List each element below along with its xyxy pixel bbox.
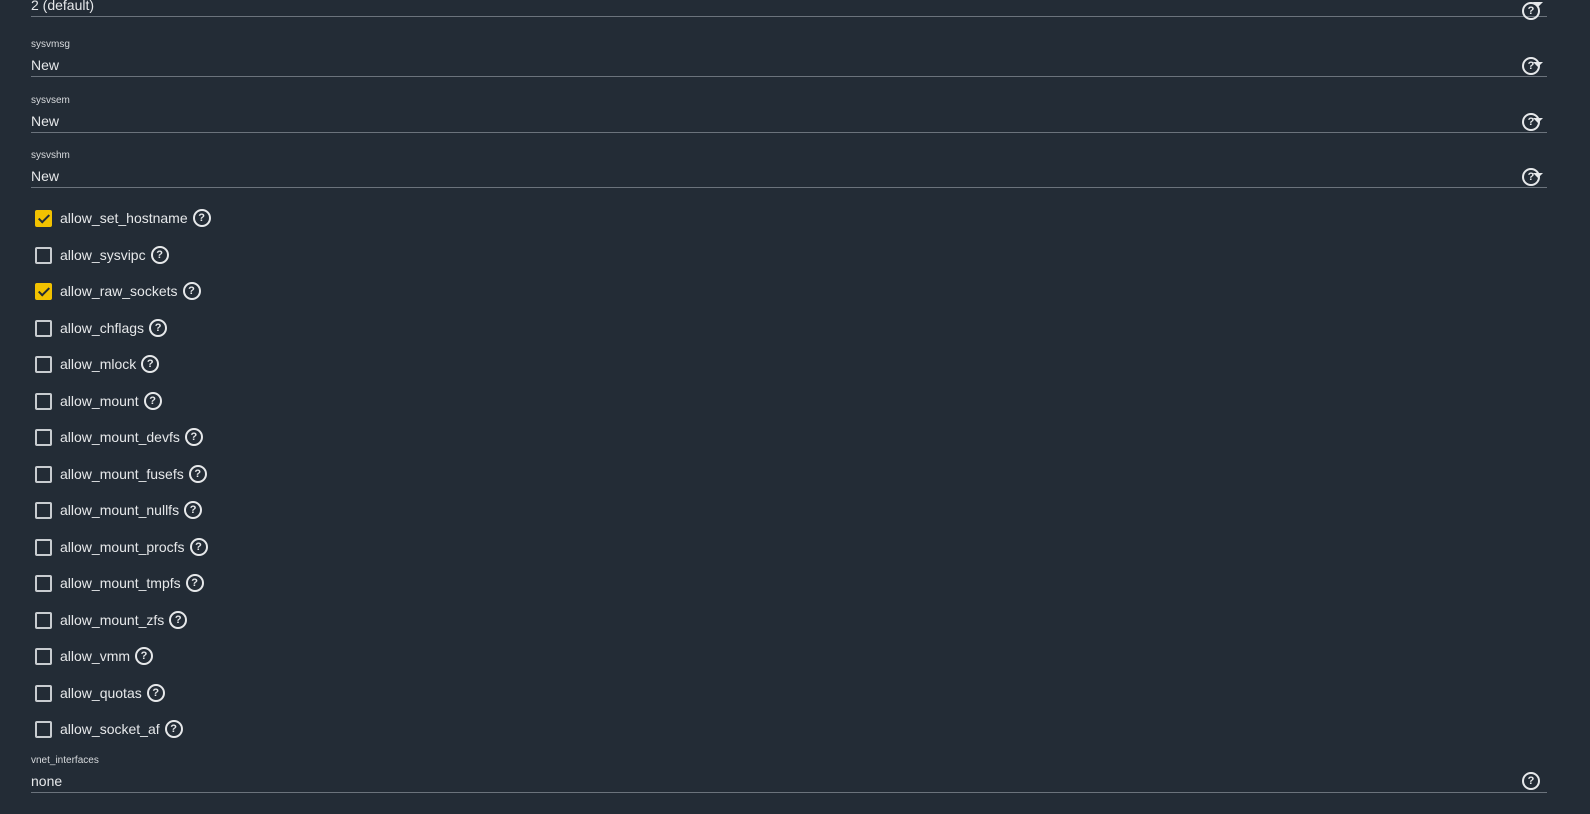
checkbox-label: allow_quotas (60, 685, 142, 701)
question-circle-icon[interactable]: ? (192, 209, 211, 227)
checkbox-label: allow_mount_tmpfs (60, 575, 181, 591)
question-circle-icon[interactable]: ? (143, 392, 162, 410)
checkbox-label: allow_mount_nullfs (60, 502, 180, 518)
checkbox-box[interactable] (35, 355, 52, 373)
question-circle-icon[interactable]: ? (1522, 57, 1540, 75)
question-circle-icon[interactable]: ? (189, 538, 208, 556)
checkbox-allow-mount-procfs[interactable]: allow_mount_procfs ? (35, 537, 208, 557)
checkbox-label: allow_mount_devfs (60, 429, 180, 445)
checkbox-label: allow_mount_fusefs (60, 466, 184, 482)
checkbox-box[interactable] (35, 538, 52, 556)
question-circle-icon[interactable]: ? (182, 282, 201, 300)
checkbox-box[interactable] (35, 611, 52, 629)
question-circle-icon[interactable]: ? (188, 465, 207, 483)
checkbox-allow-mount-devfs[interactable]: allow_mount_devfs ? (35, 427, 203, 447)
checkbox-label: allow_sysvipc (60, 247, 146, 263)
sysvshm-select[interactable]: New (31, 165, 1547, 188)
sysvsem-label: sysvsem (31, 95, 70, 106)
checkbox-label: allow_mount (60, 393, 139, 409)
vnet-interfaces-input[interactable]: none (31, 770, 1547, 793)
question-circle-icon[interactable]: ? (150, 246, 169, 264)
checkbox-box[interactable] (35, 574, 52, 592)
checkbox-box[interactable] (35, 209, 52, 227)
checkbox-allow-mount-zfs[interactable]: allow_mount_zfs ? (35, 610, 188, 630)
checkbox-label: allow_chflags (60, 320, 145, 336)
jail-options-form: 2 (default) ? sysvmsg New ? sysvsem New … (0, 0, 1590, 814)
checkbox-allow-sysvipc[interactable]: allow_sysvipc ? (35, 245, 169, 265)
sysvmsg-label: sysvmsg (31, 39, 70, 50)
checkbox-allow-mount-tmpfs[interactable]: allow_mount_tmpfs ? (35, 573, 204, 593)
checkbox-box[interactable] (35, 647, 52, 665)
checkbox-box[interactable] (35, 282, 52, 300)
checkbox-label: allow_set_hostname (60, 210, 188, 226)
question-circle-icon[interactable]: ? (149, 319, 168, 337)
question-circle-icon[interactable]: ? (1522, 772, 1540, 790)
sysvmsg-value: New (31, 57, 60, 73)
checkbox-label: allow_mount_procfs (60, 539, 185, 555)
question-circle-icon[interactable]: ? (184, 501, 203, 519)
checkbox-allow-chflags[interactable]: allow_chflags ? (35, 318, 168, 338)
question-circle-icon[interactable]: ? (1522, 168, 1540, 186)
checkbox-allow-raw-sockets[interactable]: allow_raw_sockets ? (35, 281, 201, 301)
checkbox-box[interactable] (35, 465, 52, 483)
checkbox-label: allow_vmm (60, 648, 131, 664)
checkbox-label: allow_mount_zfs (60, 612, 165, 628)
sysvshm-label: sysvshm (31, 150, 70, 161)
question-circle-icon[interactable]: ? (169, 611, 188, 629)
question-circle-icon[interactable]: ? (184, 428, 203, 446)
checkbox-allow-mount-fusefs[interactable]: allow_mount_fusefs ? (35, 464, 207, 484)
question-circle-icon[interactable]: ? (1522, 2, 1540, 20)
checkbox-allow-socket-af[interactable]: allow_socket_af ? (35, 719, 183, 739)
checkbox-box[interactable] (35, 501, 52, 519)
checkbox-box[interactable] (35, 684, 52, 702)
checkbox-box[interactable] (35, 392, 52, 410)
checkbox-label: allow_socket_af (60, 721, 160, 737)
question-circle-icon[interactable]: ? (141, 355, 160, 373)
question-circle-icon[interactable]: ? (185, 574, 204, 592)
checkbox-box[interactable] (35, 319, 52, 337)
checkbox-box[interactable] (35, 246, 52, 264)
checkbox-allow-quotas[interactable]: allow_quotas ? (35, 683, 165, 703)
checkbox-box[interactable] (35, 428, 52, 446)
question-circle-icon[interactable]: ? (146, 684, 165, 702)
checkbox-allow-vmm[interactable]: allow_vmm ? (35, 646, 154, 666)
vnet-interfaces-value: none (31, 773, 63, 789)
question-circle-icon[interactable]: ? (135, 647, 154, 665)
question-circle-icon[interactable]: ? (164, 720, 183, 738)
sysvsem-select[interactable]: New (31, 110, 1547, 133)
checkbox-allow-mount-nullfs[interactable]: allow_mount_nullfs ? (35, 500, 203, 520)
checkbox-label: allow_raw_sockets (60, 283, 178, 299)
sysvmsg-select[interactable]: New (31, 54, 1547, 77)
devfs-ruleset-value: 2 (default) (31, 0, 95, 13)
devfs-ruleset-select[interactable]: 2 (default) (31, 0, 1547, 17)
checkbox-box[interactable] (35, 720, 52, 738)
checkbox-label: allow_mlock (60, 356, 137, 372)
sysvsem-value: New (31, 113, 60, 129)
checkbox-allow-mount[interactable]: allow_mount ? (35, 391, 162, 411)
sysvshm-value: New (31, 168, 60, 184)
question-circle-icon[interactable]: ? (1522, 113, 1540, 131)
checkbox-allow-set-hostname[interactable]: allow_set_hostname ? (35, 208, 211, 228)
vnet-interfaces-label: vnet_interfaces (31, 755, 99, 766)
checkbox-allow-mlock[interactable]: allow_mlock ? (35, 354, 160, 374)
